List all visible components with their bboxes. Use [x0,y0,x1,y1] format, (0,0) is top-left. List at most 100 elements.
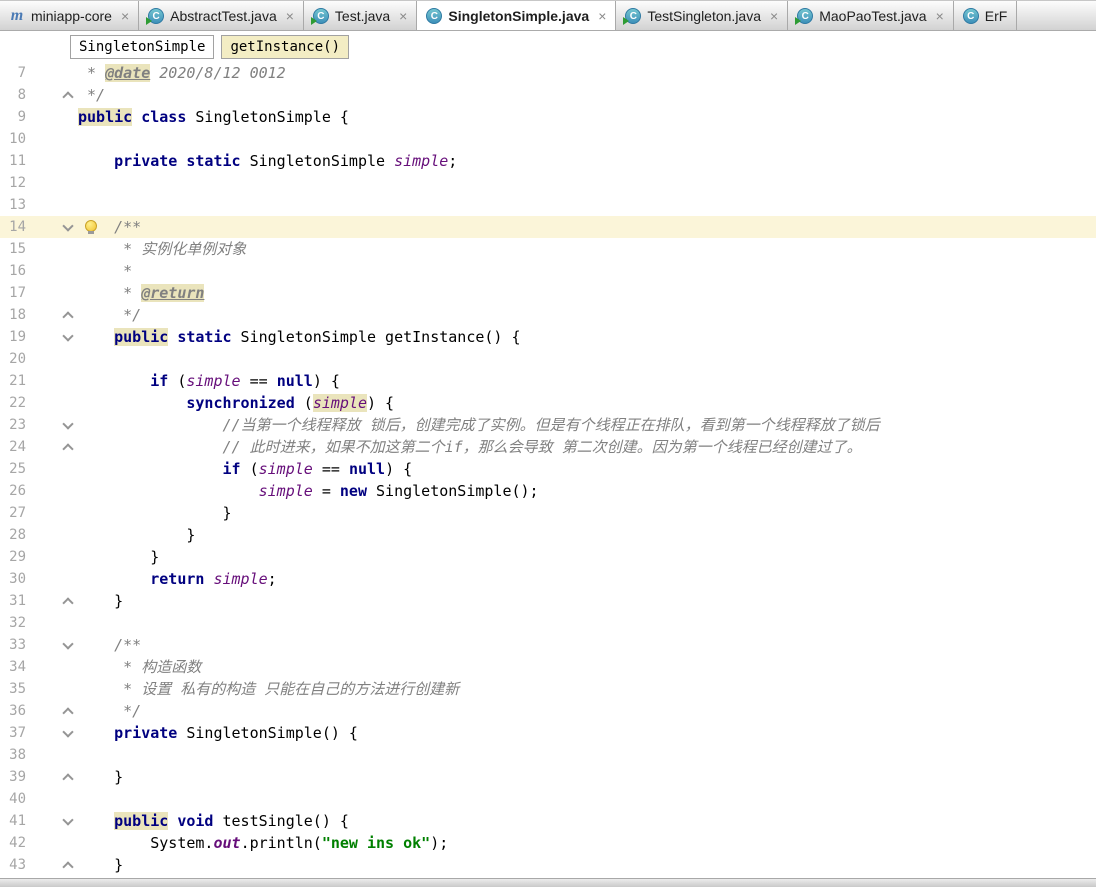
code-line[interactable]: 31 } [0,590,1096,612]
code-line[interactable]: 12 [0,172,1096,194]
fold-collapse-icon[interactable] [62,705,74,717]
code-line[interactable]: 15 * 实例化单例对象 [0,238,1096,260]
close-tab-icon[interactable]: × [399,9,407,23]
code-line[interactable]: 10 [0,128,1096,150]
code-line[interactable]: 13 [0,194,1096,216]
run-overlay-icon [146,16,153,25]
gutter: 15 [0,238,78,260]
code-line[interactable]: 28 } [0,524,1096,546]
line-number: 28 [9,527,26,543]
close-tab-icon[interactable]: × [286,9,294,23]
code-line[interactable]: 37 private SingletonSimple() { [0,722,1096,744]
code-line[interactable]: 36 */ [0,700,1096,722]
code-line[interactable]: 32 [0,612,1096,634]
code-line[interactable]: 16 * [0,260,1096,282]
fold-collapse-icon[interactable] [62,89,74,101]
code-line[interactable]: 29 } [0,546,1096,568]
fold-collapse-icon[interactable] [62,859,74,871]
breadcrumb-class[interactable]: SingletonSimple [70,34,215,59]
code-line[interactable]: 20 [0,348,1096,370]
fold-expand-icon[interactable] [62,419,74,431]
code-text: public void testSingle() { [78,810,349,832]
editor-tab-bar: m miniapp-core × C AbstractTest.java × C Test.j… [0,0,1096,31]
code-line[interactable]: 41 public void testSingle() { [0,810,1096,832]
code-line[interactable]: 11 private static SingletonSimple simple… [0,150,1096,172]
close-tab-icon[interactable]: × [936,9,944,23]
editor-tab-test-java[interactable]: C Test.java × [304,1,418,30]
close-tab-icon[interactable]: × [770,9,778,23]
code-line[interactable]: 43 } [0,854,1096,876]
code-line[interactable]: 40 [0,788,1096,810]
close-tab-icon[interactable]: × [121,9,129,23]
gutter: 26 [0,480,78,502]
gutter: 25 [0,458,78,480]
code-line[interactable]: 38 [0,744,1096,766]
token: .println( [240,834,322,852]
token: System. [78,834,214,852]
fold-expand-icon[interactable] [62,221,74,233]
breadcrumb-method[interactable]: getInstance() [221,34,350,59]
line-number: 19 [9,329,26,345]
editor-tab-erf[interactable]: C ErF [954,1,1018,30]
fold-collapse-icon[interactable] [62,595,74,607]
code-line[interactable]: 23 //当第一个线程释放 锁后，创建完成了实例。但是有个线程正在排队，看到第一… [0,414,1096,436]
token: SingletonSimple() { [177,724,358,742]
token: ) { [385,460,413,478]
code-line[interactable]: 9 public class SingletonSimple { [0,106,1096,128]
code-line[interactable]: 26 simple = new SingletonSimple(); [0,480,1096,502]
tab-label: Test.java [334,7,391,24]
code-line[interactable]: 39 } [0,766,1096,788]
code-line[interactable]: 25 if (simple == null) { [0,458,1096,480]
code-line[interactable]: 8 */ [0,84,1096,106]
editor-tab-testsingleton-java[interactable]: C TestSingleton.java × [616,1,789,30]
code-line[interactable]: 24 // 此时进来，如果不加这第二个if，那么会导致 第二次创建。因为第一个线… [0,436,1096,458]
close-tab-icon[interactable]: × [598,9,606,23]
line-number: 29 [9,549,26,565]
editor-tab-abstracttest-java[interactable]: C AbstractTest.java × [139,1,304,30]
fold-collapse-icon[interactable] [62,441,74,453]
gutter: 40 [0,788,78,810]
gutter: 39 [0,766,78,788]
code-line[interactable]: 34 * 构造函数 [0,656,1096,678]
fold-expand-icon[interactable] [62,639,74,651]
code-line[interactable]: 18 */ [0,304,1096,326]
token: SingletonSimple(); [367,482,539,500]
gutter: 9 [0,106,78,128]
code-line[interactable]: 7 * @date 2020/8/12 0012 [0,62,1096,84]
code-line[interactable]: 14 /** [0,216,1096,238]
class-icon: C [426,7,443,24]
code-line[interactable]: 42 System.out.println("new ins ok"); [0,832,1096,854]
editor-tab-miniapp-core[interactable]: m miniapp-core × [0,1,140,30]
code-text: private SingletonSimple() { [78,722,358,744]
code-line[interactable]: 19 public static SingletonSimple getInst… [0,326,1096,348]
code-editor[interactable]: 7 * @date 2020/8/12 0012 8 */9 public clas… [0,62,1096,878]
gutter: 10 [0,128,78,150]
code-line[interactable]: 22 synchronized (simple) { [0,392,1096,414]
fold-collapse-icon[interactable] [62,309,74,321]
token: */ [78,86,106,104]
code-line[interactable]: 35 * 设置 私有的构造 只能在自己的方法进行创建新 [0,678,1096,700]
token: } [78,548,160,566]
code-line[interactable]: 27 } [0,502,1096,524]
code-line[interactable]: 17 * @return [0,282,1096,304]
editor-tab-singletonsimple-java[interactable]: C SingletonSimple.java × [417,1,617,30]
token: return [150,570,205,588]
run-overlay-icon [795,16,802,25]
token: simple [394,152,449,170]
intention-bulb-icon[interactable] [84,220,97,234]
code-line[interactable]: 33 /** [0,634,1096,656]
token: if [222,460,241,478]
fold-expand-icon[interactable] [62,815,74,827]
editor-tab-maopaotest-java[interactable]: C MaoPaoTest.java × [788,1,954,30]
code-line[interactable]: 30 return simple; [0,568,1096,590]
fold-expand-icon[interactable] [62,727,74,739]
code-line[interactable]: 21 if (simple == null) { [0,370,1096,392]
code-text: * @return [78,282,205,304]
token: * [78,262,133,280]
fold-collapse-icon[interactable] [62,771,74,783]
fold-expand-icon[interactable] [62,331,74,343]
